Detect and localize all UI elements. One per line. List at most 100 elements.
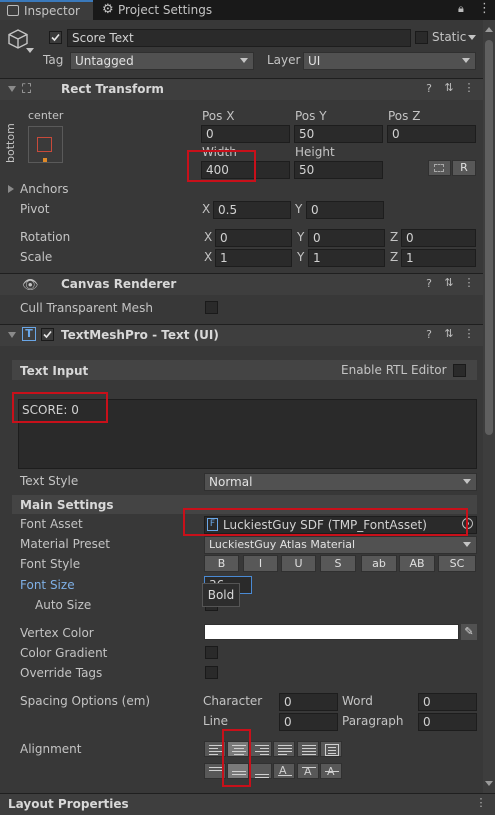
presets-icon[interactable]: ⇅ — [442, 81, 456, 94]
width-highlight-box — [187, 150, 256, 182]
anchors-foldout[interactable] — [8, 185, 14, 193]
pivot-x-label[interactable]: X — [202, 202, 210, 216]
tmp-foldout[interactable] — [8, 332, 16, 338]
icon-dropdown-arrow[interactable] — [26, 48, 34, 53]
align-flush-icon[interactable] — [297, 741, 319, 757]
word-label: Word — [342, 694, 373, 708]
paragraph-label: Paragraph — [342, 714, 404, 728]
override-tags-checkbox[interactable] — [205, 666, 218, 679]
rotation-z-label[interactable]: Z — [390, 230, 398, 244]
align-geometry-center-icon[interactable] — [320, 741, 342, 757]
align-bottom-icon[interactable] — [250, 763, 272, 779]
rotation-y-field[interactable]: 0 — [308, 229, 385, 247]
tmp-enabled-toggle[interactable] — [41, 328, 54, 341]
blueprint-mode-button[interactable] — [428, 160, 451, 176]
scroll-up-arrow-icon[interactable] — [485, 27, 493, 32]
align-justified-icon[interactable] — [273, 741, 295, 757]
scrollbar-thumb[interactable] — [485, 40, 493, 435]
height-field[interactable]: 50 — [294, 161, 383, 179]
component-menu-icon[interactable]: ⋮ — [462, 81, 476, 94]
presets-icon[interactable]: ⇅ — [442, 327, 456, 340]
pivot-y-label[interactable]: Y — [295, 202, 302, 216]
canvas-renderer-title: Canvas Renderer — [61, 277, 177, 291]
static-dropdown-arrow[interactable] — [468, 35, 476, 40]
component-menu-icon[interactable]: ⋮ — [462, 276, 476, 289]
align-midline-icon[interactable]: A — [297, 763, 319, 779]
enable-rtl-checkbox[interactable] — [453, 364, 466, 377]
material-preset-label: Material Preset — [20, 537, 110, 551]
component-menu-icon[interactable]: ⋮ — [462, 327, 476, 340]
help-icon[interactable]: ? — [422, 328, 436, 341]
static-label[interactable]: Static — [432, 30, 466, 44]
rotation-y-label[interactable]: Y — [297, 230, 304, 244]
scale-x-label[interactable]: X — [204, 250, 212, 264]
font-asset-highlight-box — [183, 508, 468, 536]
font-style-smallcaps-button[interactable]: SC — [438, 555, 476, 572]
rect-transform-foldout[interactable] — [8, 86, 16, 92]
color-gradient-checkbox[interactable] — [205, 646, 218, 659]
font-style-strikethrough-button[interactable]: S — [320, 555, 356, 572]
scale-z-label[interactable]: Z — [390, 250, 398, 264]
font-style-uppercase-button[interactable]: AB — [399, 555, 435, 572]
override-tags-label: Override Tags — [20, 666, 103, 680]
active-toggle[interactable] — [49, 31, 62, 44]
scale-x-field[interactable]: 1 — [215, 249, 292, 267]
anchors-label[interactable]: Anchors — [20, 182, 69, 196]
material-preset-dropdown[interactable]: LuckiestGuy Atlas Material — [204, 536, 477, 554]
paragraph-spacing-field[interactable]: 0 — [418, 713, 477, 731]
layout-properties-title: Layout Properties — [8, 797, 129, 811]
pivot-x-field[interactable]: 0.5 — [213, 201, 291, 219]
object-name-field[interactable]: Score Text — [67, 29, 411, 47]
align-right-icon[interactable] — [250, 741, 272, 757]
scroll-down-arrow-icon[interactable] — [485, 781, 493, 786]
scale-z-field[interactable]: 1 — [401, 249, 476, 267]
cull-transparent-mesh-checkbox[interactable] — [205, 301, 218, 314]
character-spacing-field[interactable]: 0 — [279, 693, 338, 711]
layer-dropdown[interactable]: UI — [303, 52, 476, 70]
kebab-menu-icon[interactable]: ⋮ — [478, 1, 491, 16]
raw-edit-button[interactable]: R — [452, 160, 476, 176]
anchor-preset-dot — [43, 158, 47, 162]
tab-inspector[interactable]: Inspector — [0, 0, 93, 20]
tag-dropdown[interactable]: Untagged — [70, 52, 254, 70]
vertex-color-label: Vertex Color — [20, 626, 94, 640]
text-input-label: Text Input — [20, 364, 89, 378]
gameobject-cube-icon — [7, 28, 29, 50]
anchor-preset-rect — [37, 137, 52, 152]
pivot-label: Pivot — [20, 202, 50, 216]
main-settings-label: Main Settings — [20, 498, 114, 512]
font-style-label: Font Style — [20, 557, 81, 571]
font-style-lowercase-button[interactable]: ab — [361, 555, 397, 572]
line-spacing-field[interactable]: 0 — [279, 713, 338, 731]
text-style-dropdown[interactable]: Normal — [204, 473, 477, 491]
pivot-y-field[interactable]: 0 — [306, 201, 384, 219]
panel-menu-icon[interactable]: ⋮ — [474, 796, 488, 809]
font-style-bold-button[interactable]: B — [204, 555, 239, 572]
scale-y-label[interactable]: Y — [297, 250, 304, 264]
pos-x-field[interactable]: 0 — [201, 125, 290, 143]
eyedropper-icon[interactable]: ✎ — [461, 624, 477, 640]
align-baseline-icon[interactable]: A — [273, 763, 295, 779]
pos-y-field[interactable]: 50 — [294, 125, 383, 143]
align-capline-icon[interactable]: A — [320, 763, 342, 779]
word-spacing-field[interactable]: 0 — [418, 693, 477, 711]
lock-icon[interactable]: 🔒︎ — [458, 2, 464, 16]
scale-label: Scale — [20, 250, 53, 264]
vertex-color-swatch[interactable] — [204, 624, 459, 640]
rotation-x-field[interactable]: 0 — [215, 229, 292, 247]
font-style-underline-button[interactable]: U — [281, 555, 316, 572]
line-label: Line — [203, 714, 229, 728]
font-style-italic-button[interactable]: I — [243, 555, 278, 572]
rotation-x-label[interactable]: X — [204, 230, 212, 244]
tmp-component-icon: T — [22, 327, 36, 341]
pos-z-label: Pos Z — [388, 109, 421, 123]
tab-project-settings[interactable]: ⚙ Project Settings — [96, 0, 236, 20]
help-icon[interactable]: ? — [422, 82, 436, 95]
rotation-z-field[interactable]: 0 — [401, 229, 476, 247]
anchor-presets-button[interactable] — [28, 126, 63, 163]
pos-z-field[interactable]: 0 — [387, 125, 476, 143]
scale-y-field[interactable]: 1 — [308, 249, 385, 267]
presets-icon[interactable]: ⇅ — [442, 276, 456, 289]
help-icon[interactable]: ? — [422, 277, 436, 290]
static-checkbox[interactable] — [415, 31, 428, 44]
